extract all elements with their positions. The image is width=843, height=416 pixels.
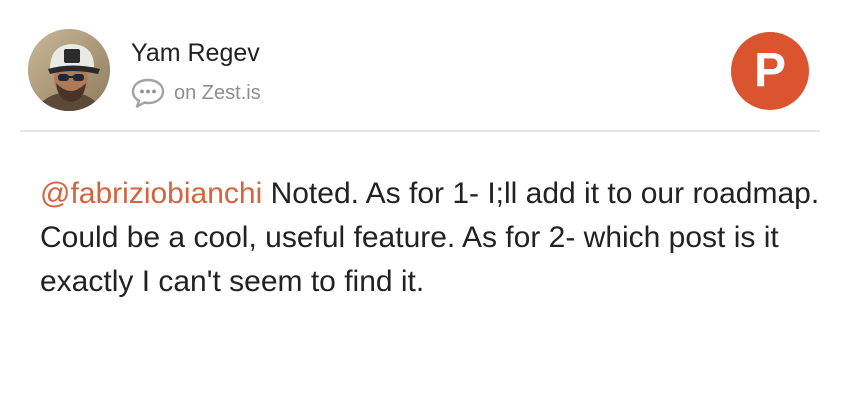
comment-source: on Zest.is <box>130 78 261 108</box>
comment-card: Yam Regev on Zest.is P @fabriziobianchi … <box>0 0 843 416</box>
product-hunt-icon[interactable]: P <box>731 32 809 110</box>
chat-bubble-icon <box>130 78 166 108</box>
badge-letter: P <box>753 44 786 97</box>
mention-link[interactable]: @fabriziobianchi <box>40 177 262 210</box>
source-label[interactable]: on Zest.is <box>174 81 261 105</box>
author-name[interactable]: Yam Regev <box>131 38 260 68</box>
divider <box>20 130 820 132</box>
comment-body: @fabriziobianchi Noted. As for 1- I;ll a… <box>40 172 820 304</box>
author-avatar[interactable] <box>28 29 110 111</box>
